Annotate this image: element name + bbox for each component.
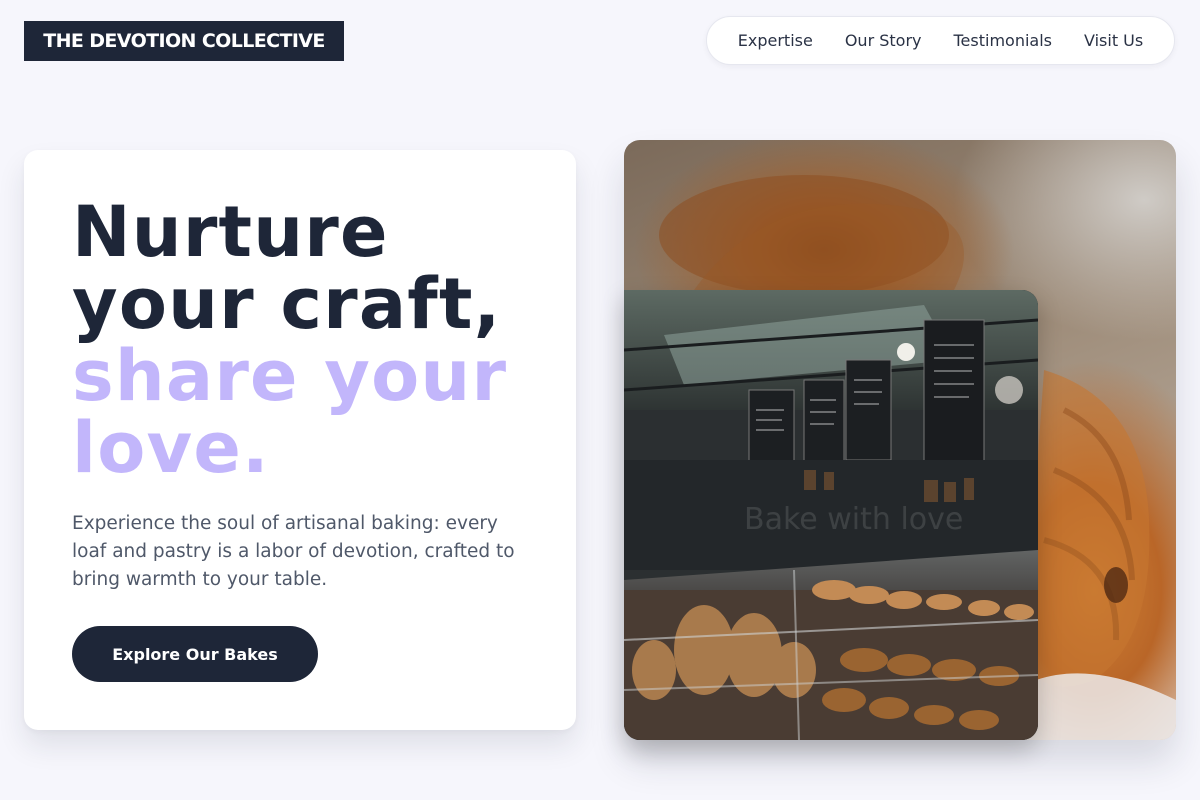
headline-line-3: share your [72,335,508,417]
hero-description: Experience the soul of artisanal baking:… [72,513,515,590]
headline-line-1: Nurture [72,191,389,273]
hero-headline: Nurture your craft, share your love. [72,196,562,484]
main-nav: Expertise Our Story Testimonials Visit U… [706,16,1175,65]
explore-bakes-button[interactable]: Explore Our Bakes [72,626,318,682]
nav-link-expertise[interactable]: Expertise [738,31,813,50]
hero-card: Nurture your craft, share your love. Exp… [24,150,576,730]
headline-line-4: love. [72,407,270,489]
photo-watermark: Bake with love [744,502,964,537]
page: THE DEVOTION COLLECTIVE Expertise Our St… [0,0,1200,800]
nav-link-testimonials[interactable]: Testimonials [954,31,1053,50]
nav-link-visit-us[interactable]: Visit Us [1084,31,1143,50]
bakery-display-photo: Bake with love [624,290,1038,740]
headline-line-2: your craft, [72,263,502,345]
nav-link-our-story[interactable]: Our Story [845,31,922,50]
brand-logo[interactable]: THE DEVOTION COLLECTIVE [24,21,344,61]
